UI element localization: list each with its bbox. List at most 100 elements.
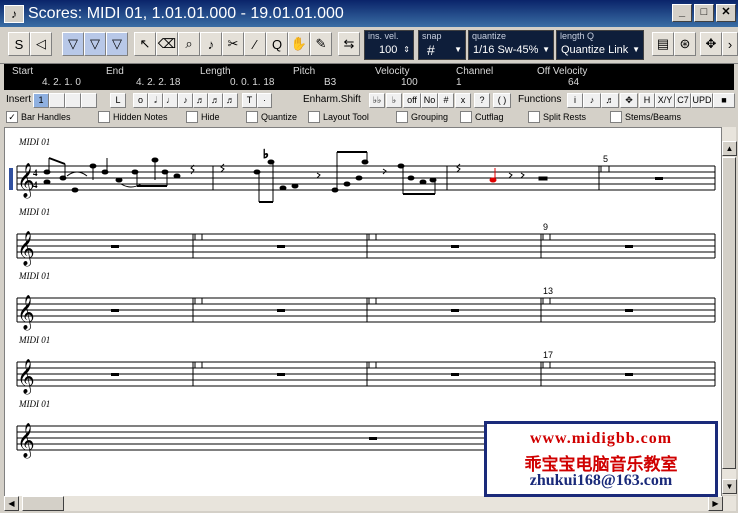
end-value[interactable]: 4. 2. 2. 18 xyxy=(136,77,180,88)
channel-value[interactable]: 1 xyxy=(456,77,462,88)
function-more-button[interactable]: ■ xyxy=(713,93,735,108)
option-hidden-notes[interactable]: Hidden Notes xyxy=(98,111,168,123)
length-q-field[interactable]: length Q Quantize Link ▼ xyxy=(556,30,644,60)
insert-slot-button[interactable] xyxy=(49,93,65,108)
line-tool-icon[interactable]: ∕ xyxy=(244,32,266,56)
treble-clef-icon: 𝄞 xyxy=(17,295,35,331)
zoom-tool-icon[interactable]: Q xyxy=(266,32,288,56)
snap-field[interactable]: snap # ▼ xyxy=(418,30,466,60)
scroll-up-icon[interactable]: ▲ xyxy=(722,141,737,156)
show-tools-icon[interactable]: ▽ xyxy=(84,32,106,56)
checkbox[interactable] xyxy=(246,111,258,123)
eraser-tool-icon[interactable]: ⌫ xyxy=(156,32,178,56)
vertical-scrollbar[interactable]: ▲ ▼ xyxy=(722,127,737,495)
sixteenth-note-icon[interactable]: ♬ xyxy=(193,93,208,108)
vertical-scroll-thumb[interactable] xyxy=(722,157,736,469)
checkbox[interactable] xyxy=(186,111,198,123)
function-i-button[interactable]: i xyxy=(567,93,583,108)
arrow-tool-icon[interactable]: ↖ xyxy=(134,32,156,56)
function-h-button[interactable]: H xyxy=(639,93,655,108)
sixty-fourth-note-icon[interactable]: ♬ xyxy=(223,93,238,108)
double-flat-icon[interactable]: ♭♭ xyxy=(369,93,385,108)
insert-slot-button[interactable] xyxy=(65,93,81,108)
velocity-value[interactable]: 100 xyxy=(401,77,418,88)
enharm-no-button[interactable]: No xyxy=(421,93,438,108)
checkbox[interactable] xyxy=(528,111,540,123)
group-icon[interactable]: ♬ xyxy=(601,93,619,108)
option-layout-tool[interactable]: Layout Tool xyxy=(308,111,369,123)
triplet-button[interactable]: T xyxy=(242,93,257,108)
horizontal-scrollbar[interactable]: ◀ ▶ xyxy=(4,496,736,511)
option-split-rests[interactable]: Split Rests xyxy=(528,111,586,123)
scroll-right-icon[interactable]: ▶ xyxy=(708,496,723,511)
solo-icon[interactable]: S xyxy=(8,32,30,56)
bar-handles[interactable] xyxy=(194,233,551,241)
show-info-icon[interactable]: ▽ xyxy=(62,32,84,56)
quarter-note-icon[interactable]: ♩ xyxy=(163,93,178,108)
option-quantize[interactable]: Quantize xyxy=(246,111,297,123)
magnify-tool-icon[interactable]: ⌕ xyxy=(178,32,200,56)
layout-icon[interactable]: ▤ xyxy=(652,32,674,56)
hand-tool-icon[interactable]: ✋ xyxy=(288,32,310,56)
stepper-icon[interactable]: ⇕ xyxy=(403,45,410,54)
double-sharp-button[interactable]: x xyxy=(455,93,471,108)
option-bar-handles[interactable]: ✓ Bar Handles xyxy=(6,111,71,123)
checkbox[interactable] xyxy=(460,111,472,123)
pen-tool-icon[interactable]: ✎ xyxy=(310,32,332,56)
brackets-button[interactable]: ( ) xyxy=(493,93,511,108)
auto-layout-icon[interactable]: ✥ xyxy=(620,93,638,108)
checkbox[interactable] xyxy=(396,111,408,123)
start-value[interactable]: 4. 2. 1. 0 xyxy=(42,77,81,88)
flip-stem-icon[interactable]: ♪ xyxy=(583,93,601,108)
horizontal-scroll-thumb[interactable] xyxy=(22,496,64,511)
eighth-note-icon[interactable]: ♪ xyxy=(178,93,193,108)
bar-handles[interactable] xyxy=(194,297,551,305)
more-icon[interactable]: › xyxy=(722,32,738,56)
sharp-button[interactable]: # xyxy=(438,93,454,108)
enharm-off-button[interactable]: off xyxy=(403,93,421,108)
dropdown-icon[interactable]: ▼ xyxy=(542,45,550,54)
show-filter-icon[interactable]: ▽ xyxy=(106,32,128,56)
off-velocity-value[interactable]: 64 xyxy=(568,77,579,88)
dropdown-icon[interactable]: ▼ xyxy=(454,45,462,54)
l-button[interactable]: L xyxy=(110,93,126,108)
settings-icon[interactable]: ⊛ xyxy=(674,32,696,56)
auto-scroll-icon[interactable]: ⇆ xyxy=(338,32,360,56)
step-input-icon[interactable]: ✥ xyxy=(700,32,722,56)
checkbox[interactable] xyxy=(98,111,110,123)
scissors-tool-icon[interactable]: ✂ xyxy=(222,32,244,56)
option-stems-beams[interactable]: Stems/Beams xyxy=(610,111,681,123)
bar-handles[interactable] xyxy=(194,361,551,369)
option-cutflag[interactable]: Cutflag xyxy=(460,111,504,123)
scroll-left-icon[interactable]: ◀ xyxy=(4,496,19,511)
option-hide[interactable]: Hide xyxy=(186,111,220,123)
insert-slot-button[interactable] xyxy=(81,93,97,108)
dot-button[interactable]: · xyxy=(257,93,272,108)
close-button[interactable]: ✕ xyxy=(716,4,736,22)
length-value[interactable]: 0. 0. 1. 18 xyxy=(230,77,274,88)
dropdown-icon[interactable]: ▼ xyxy=(632,45,640,54)
ins-vel-field[interactable]: ins. vel. 100 ⇕ xyxy=(364,30,414,60)
option-grouping[interactable]: Grouping xyxy=(396,111,448,123)
staff-selection-marker[interactable] xyxy=(9,168,13,190)
checkbox[interactable] xyxy=(308,111,320,123)
thirty-second-note-icon[interactable]: ♬ xyxy=(208,93,223,108)
checkbox[interactable]: ✓ xyxy=(6,111,18,123)
speaker-icon[interactable]: ◁ xyxy=(30,32,52,56)
minimize-button[interactable]: _ xyxy=(672,4,692,22)
half-note-icon[interactable]: 𝅗𝅥 xyxy=(148,93,163,108)
maximize-button[interactable]: □ xyxy=(694,4,714,22)
scroll-down-icon[interactable]: ▼ xyxy=(722,479,737,494)
quantize-field[interactable]: quantize 1/16 Sw-45% ▼ xyxy=(468,30,554,60)
pitch-value[interactable]: B3 xyxy=(324,77,336,88)
checkbox[interactable] xyxy=(610,111,622,123)
whole-note-icon[interactable]: o xyxy=(133,93,148,108)
note-tool-icon[interactable]: ♪ xyxy=(200,32,222,56)
function-xy-button[interactable]: X/Y xyxy=(655,93,675,108)
function-c7-button[interactable]: C7 xyxy=(675,93,691,108)
function-upd-button[interactable]: UPD xyxy=(691,93,713,108)
question-button[interactable]: ? xyxy=(474,93,490,108)
bar-handle[interactable] xyxy=(600,165,610,173)
insert-value-button[interactable]: 1 xyxy=(33,93,49,108)
flat-icon[interactable]: ♭ xyxy=(386,93,402,108)
